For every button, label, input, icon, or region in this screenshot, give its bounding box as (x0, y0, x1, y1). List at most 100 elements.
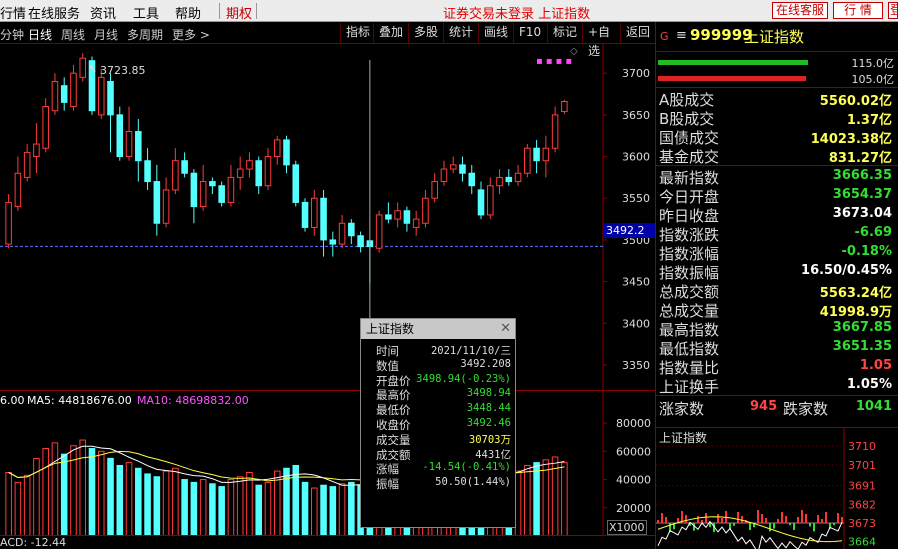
candle-body (394, 210, 401, 220)
menu-tools[interactable]: 工具 (133, 3, 159, 22)
volume-bar (23, 474, 31, 537)
stat-label: 总成交额 (659, 283, 720, 301)
candle-body (320, 197, 327, 241)
candle (385, 202, 392, 224)
candle-body (329, 239, 337, 245)
candlestick-chart[interactable]: 3700 3650 3600 3550 3500 3450 3400 3350 3723.85… (0, 44, 655, 390)
menu-news[interactable]: 资讯 (90, 3, 116, 22)
candle-body (153, 181, 161, 224)
menu-help[interactable]: 帮助 (175, 3, 201, 22)
candle-body (227, 176, 235, 203)
stat-label: 上证换手 (659, 378, 720, 396)
close-icon[interactable]: ✕ (500, 319, 511, 339)
mini-chart-svg[interactable]: 3710 3701 3691 3682 3673 3664 (656, 428, 898, 549)
volume-bar (218, 486, 225, 537)
back-button[interactable]: 返回 (620, 23, 655, 43)
candle (51, 73, 59, 115)
candle-body (385, 214, 392, 220)
stat-row: B股成交 1.37亿 (656, 108, 898, 128)
index-info-panel: G ≡ 999999 上证指数 115.0亿 105.0亿 A股成交 5560.0… (655, 22, 898, 549)
candle (542, 135, 550, 178)
statistics-button[interactable]: 统计 (443, 23, 478, 43)
candle (329, 231, 337, 257)
candle (23, 144, 31, 182)
period-multi[interactable]: 多周期 (127, 26, 163, 43)
candle (144, 148, 151, 190)
intraday-mini-chart[interactable]: 上证指数 3710 3701 3691 3682 3673 3664 (656, 427, 898, 549)
stat-row: 今日开盘 3654.37 (656, 186, 898, 206)
volume-bar (88, 448, 96, 537)
volume-bar (236, 476, 244, 537)
multi-stock-button[interactable]: 多股 (408, 23, 443, 43)
quote-button[interactable]: 行 情 (833, 2, 883, 19)
stat-row: 上证换手 1.05% (656, 376, 898, 396)
candle-body (496, 176, 503, 187)
popup-row: 最低价 3448.44 (361, 402, 515, 417)
menu-online-service[interactable]: 在线服务 (28, 3, 80, 22)
candle (403, 206, 411, 232)
volume-bar (311, 487, 318, 537)
period-daily[interactable]: 日线 (28, 26, 52, 43)
login-button[interactable]: 登 (888, 2, 898, 19)
volume-bar (190, 481, 198, 537)
stat-label: 总成交量 (659, 302, 720, 320)
price-tick-label: 3450 (622, 276, 650, 289)
candle-body (348, 222, 355, 237)
volume-bar (533, 462, 540, 537)
candle (486, 177, 494, 220)
online-service-button[interactable]: 在线客服 (772, 2, 829, 19)
menu-lines-icon[interactable]: ≡ (676, 28, 687, 43)
price-tick-label: 3600 (622, 151, 650, 164)
period-minute[interactable]: 分钟 (0, 26, 24, 43)
volume-bar (135, 467, 142, 537)
candle (283, 135, 290, 174)
f10-button[interactable]: F10 (513, 23, 547, 43)
down-count-value: 1041 (855, 399, 892, 414)
candle (79, 53, 87, 82)
candle (209, 177, 216, 195)
settings-dots-icon[interactable]: ▪▪▪▪ (536, 56, 575, 67)
menu-separator (219, 3, 220, 19)
candle-body (273, 139, 281, 158)
candle-body (209, 181, 216, 187)
mini-tick-label: 3710 (848, 440, 876, 453)
stat-value: 41998.9万 (819, 305, 892, 320)
price-tick-label: 3650 (622, 109, 650, 122)
volume-svg[interactable]: 80000 60000 40000 20000 (0, 391, 655, 537)
period-weekly[interactable]: 周线 (61, 26, 85, 43)
macd-panel[interactable]: ACD: -12.44 (0, 535, 655, 549)
stat-value: 831.27亿 (828, 151, 892, 166)
volume-tick-label: 40000 (616, 474, 651, 487)
indicator-button[interactable]: 指标 (340, 23, 373, 43)
candlestick-svg[interactable]: 37003650360035503500345034003350 (0, 44, 655, 390)
volume-bar (107, 457, 114, 537)
candle (311, 189, 318, 236)
menu-options[interactable]: 期权 (226, 3, 252, 22)
popup-row: 收盘价 3492.46 (361, 417, 515, 432)
volume-bar (199, 479, 207, 537)
stat-value: 5560.02亿 (819, 94, 892, 109)
candle (42, 98, 49, 153)
stat-label: 最低指数 (659, 340, 720, 358)
candle (107, 73, 114, 153)
up-count-label: 涨家数 (659, 400, 705, 418)
menu-quote[interactable]: 行情 (0, 3, 26, 22)
index-name: 上证指数 (744, 28, 805, 46)
candle (218, 181, 225, 207)
volume-chart[interactable]: 80000 60000 40000 20000 6.00 MA5: 44818676.… (0, 390, 655, 537)
volume-bar (125, 462, 133, 537)
stat-value: -0.18% (841, 244, 893, 259)
bar2-label: 105.0亿 (851, 73, 895, 86)
add-watchlist-button[interactable]: +自选 (582, 23, 620, 58)
period-monthly[interactable]: 月线 (94, 26, 118, 43)
candle-body (51, 81, 59, 112)
candle (505, 169, 513, 186)
volume-bar (33, 457, 40, 537)
overlay-button[interactable]: 叠加 (373, 23, 408, 43)
draw-line-button[interactable]: 画线 (478, 23, 513, 43)
period-more[interactable]: 更多 > (172, 26, 210, 43)
mark-button[interactable]: 标记 (547, 23, 582, 43)
stat-label: 最新指数 (659, 169, 720, 187)
volume-tick-label: 60000 (616, 445, 651, 458)
stat-row: 最低指数 3651.35 (656, 338, 898, 358)
